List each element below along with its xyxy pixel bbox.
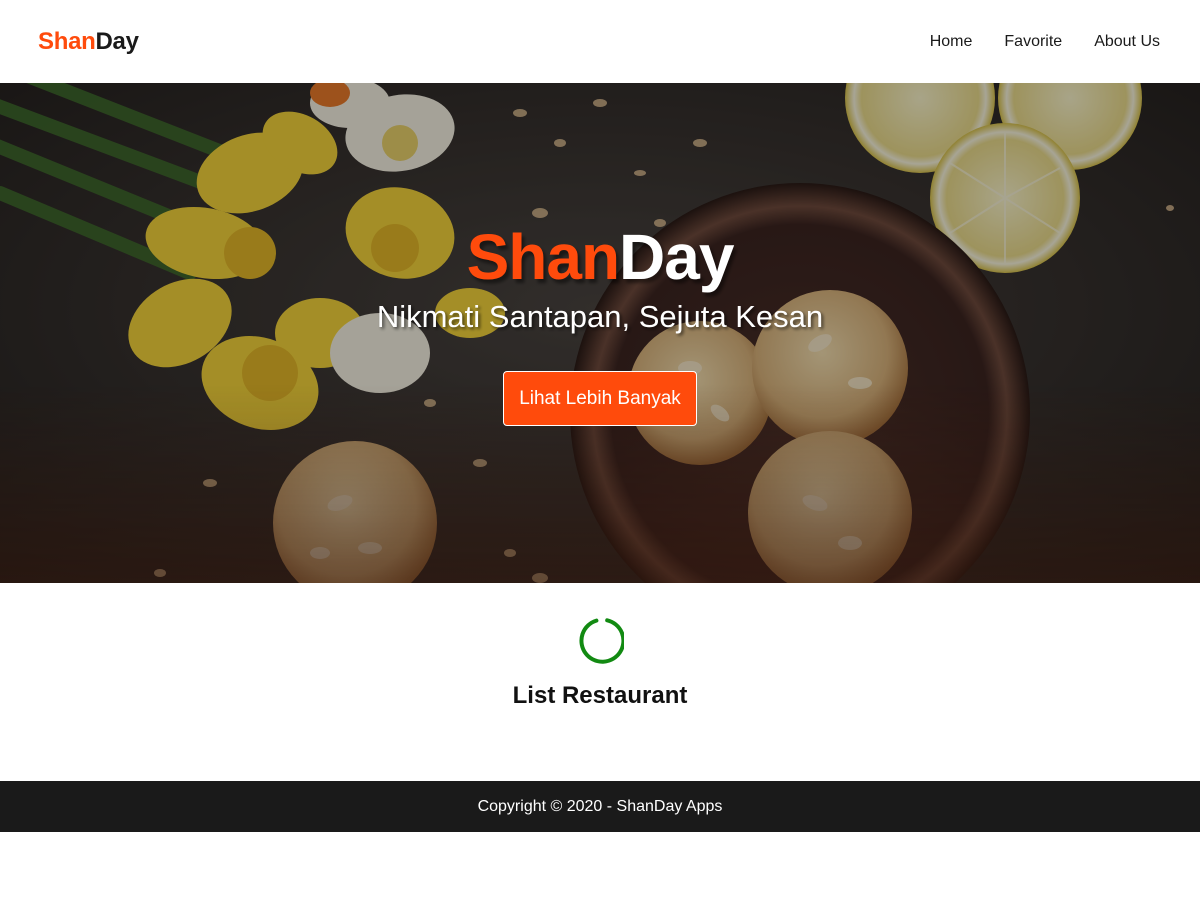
hero-title-day: Day xyxy=(619,221,734,293)
nav-favorite[interactable]: Favorite xyxy=(1004,30,1062,54)
hero-content: ShanDay Nikmati Santapan, Sejuta Kesan L… xyxy=(0,83,1200,583)
app-bar: ShanDay Home Favorite About Us xyxy=(0,0,1200,83)
spinner-icon xyxy=(579,618,624,664)
nav-about-us[interactable]: About Us xyxy=(1094,30,1160,54)
hero-tagline: Nikmati Santapan, Sejuta Kesan xyxy=(376,299,824,334)
nav-home[interactable]: Home xyxy=(930,30,973,54)
brand-logo[interactable]: ShanDay xyxy=(38,28,139,56)
footer: Copyright © 2020 - ShanDay Apps xyxy=(0,781,1200,832)
main-nav: Home Favorite About Us xyxy=(898,30,1160,54)
section-title: List Restaurant xyxy=(512,682,688,709)
main-content: List Restaurant xyxy=(0,583,1200,781)
footer-copyright: Copyright © 2020 - ShanDay Apps xyxy=(477,797,723,815)
logo-part-day: Day xyxy=(95,27,139,55)
logo-part-shan: Shan xyxy=(38,27,96,55)
see-more-button[interactable]: Lihat Lebih Banyak xyxy=(503,371,697,426)
hero-title-shan: Shan xyxy=(466,221,620,293)
hero-banner: ShanDay Nikmati Santapan, Sejuta Kesan L… xyxy=(0,83,1200,583)
hero-title: ShanDay xyxy=(466,219,735,295)
